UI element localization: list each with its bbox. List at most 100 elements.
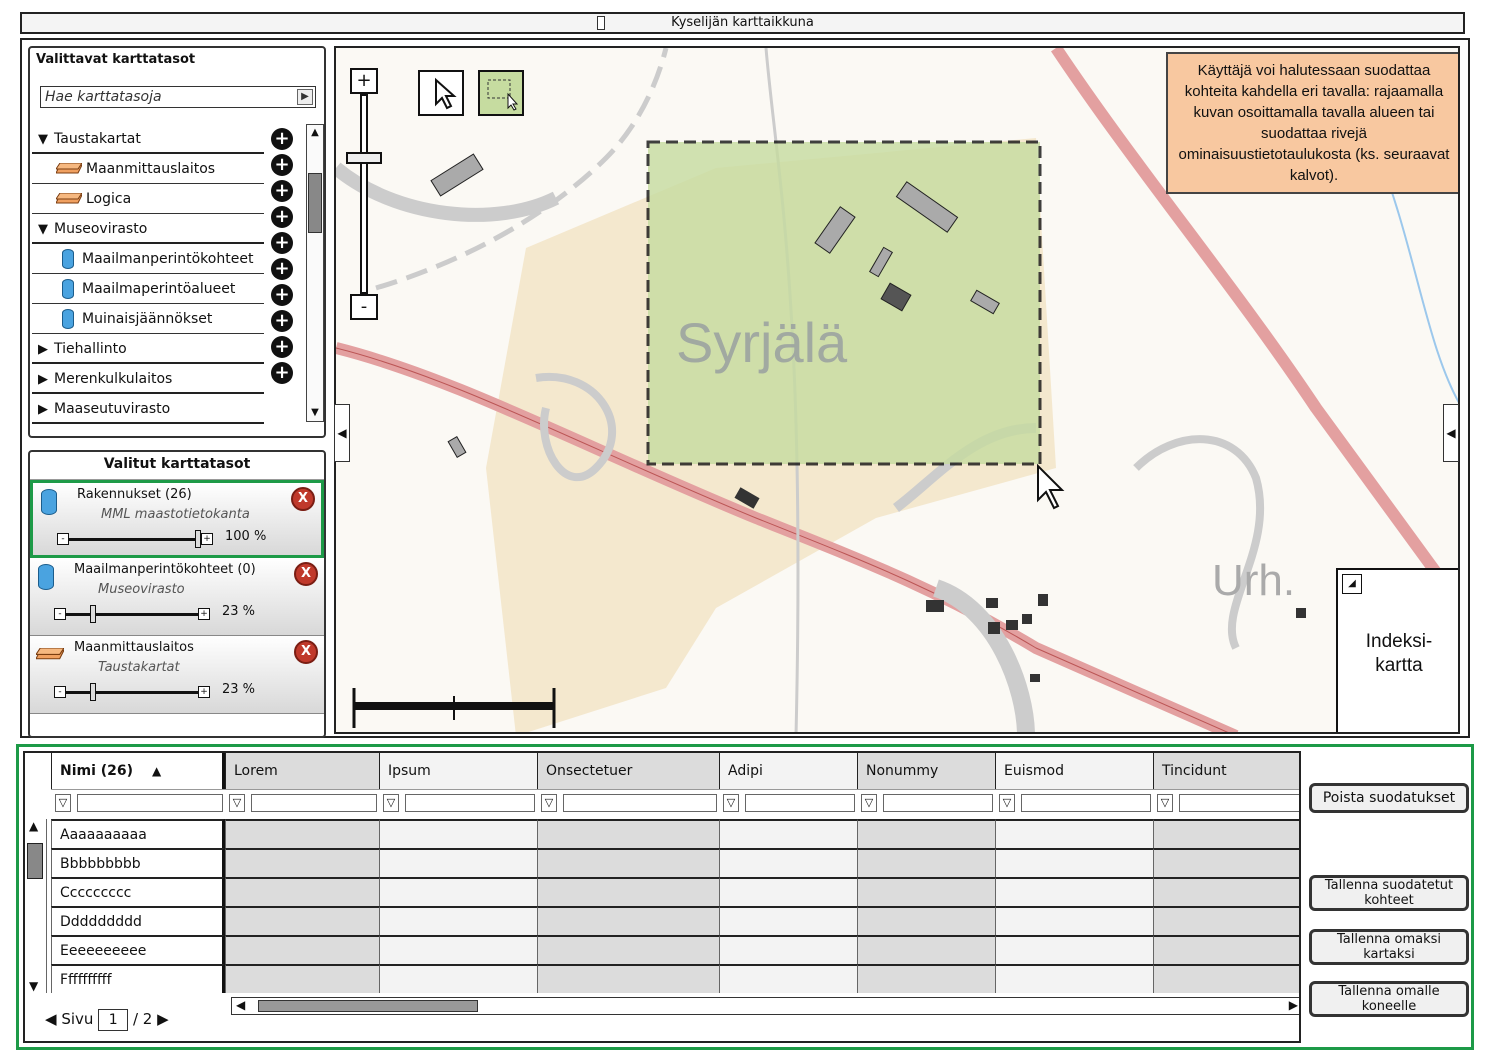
filter-funnel-icon[interactable]: ▽ [999, 794, 1015, 812]
table-cell[interactable] [995, 906, 1153, 935]
table-cell[interactable] [995, 964, 1153, 993]
filter-input[interactable] [1021, 794, 1151, 812]
add-layer-plus-icon[interactable]: + [271, 180, 293, 202]
table-cell[interactable] [1153, 877, 1299, 906]
increase-icon[interactable]: + [198, 686, 210, 698]
table-cell[interactable] [719, 848, 857, 877]
layer-tree-scrollbar[interactable]: ▲ ▼ [306, 124, 324, 422]
opacity-slider[interactable]: - + [54, 683, 210, 701]
filter-input[interactable] [563, 794, 717, 812]
table-cell[interactable] [225, 819, 379, 848]
table-cell[interactable] [719, 935, 857, 964]
table-cell[interactable] [857, 819, 995, 848]
table-cell[interactable] [1153, 935, 1299, 964]
table-cell[interactable] [857, 964, 995, 993]
zoom-out-button[interactable]: - [350, 294, 378, 320]
table-cell[interactable] [537, 877, 719, 906]
filter-funnel-icon[interactable]: ▽ [723, 794, 739, 812]
decrease-icon[interactable]: - [57, 533, 69, 545]
column-filter[interactable]: ▽ [857, 789, 995, 815]
collapsed-triangle-icon[interactable]: ▶ [32, 395, 54, 425]
table-row-name[interactable]: Ffffffffff [51, 964, 225, 993]
next-page-icon[interactable]: ▶ [157, 1010, 169, 1028]
drag-grip[interactable] [597, 16, 605, 30]
collapsed-triangle-icon[interactable]: ▶ [32, 365, 54, 395]
expanded-triangle-icon[interactable]: ▼ [32, 125, 54, 155]
table-cell[interactable] [719, 906, 857, 935]
add-layer-plus-icon[interactable]: + [271, 284, 293, 306]
table-cell[interactable] [857, 935, 995, 964]
opacity-slider[interactable]: - + [57, 530, 213, 548]
scroll-left-icon[interactable]: ◀ [236, 998, 245, 1012]
scroll-thumb[interactable] [308, 173, 322, 233]
table-cell[interactable] [995, 935, 1153, 964]
table-row-name[interactable]: Aaaaaaaaaa [51, 819, 225, 848]
search-go-icon[interactable]: ▶ [297, 89, 313, 105]
expanded-triangle-icon[interactable]: ▼ [32, 215, 54, 245]
selected-layer-item[interactable]: Maanmittauslaitos Taustakartat X - +23 % [30, 636, 324, 714]
collapse-left-tab[interactable]: ◀ [334, 404, 350, 462]
table-cell[interactable] [379, 964, 537, 993]
table-cell[interactable] [225, 877, 379, 906]
column-header[interactable]: Adipi [719, 753, 857, 789]
table-cell[interactable] [537, 848, 719, 877]
table-cell[interactable] [225, 848, 379, 877]
table-cell[interactable] [719, 964, 857, 993]
opacity-slider[interactable]: - + [54, 605, 210, 623]
sort-ascending-icon[interactable]: ▲ [152, 764, 161, 778]
add-layer-plus-icon[interactable]: + [271, 336, 293, 358]
filter-funnel-icon[interactable]: ▽ [383, 794, 399, 812]
increase-icon[interactable]: + [198, 608, 210, 620]
area-select-tool-button[interactable] [478, 70, 524, 116]
add-layer-plus-icon[interactable]: + [271, 232, 293, 254]
opacity-knob[interactable] [90, 683, 96, 701]
table-cell[interactable] [225, 906, 379, 935]
table-cell[interactable] [537, 819, 719, 848]
table-cell[interactable] [379, 819, 537, 848]
filter-input[interactable] [251, 794, 377, 812]
page-input[interactable]: 1 [98, 1009, 129, 1031]
layer-search-input[interactable]: Hae karttatasoja ▶ [40, 86, 316, 108]
layer-tree-item[interactable]: Logica [32, 184, 264, 214]
table-row-name[interactable]: Ddddddddd [51, 906, 225, 935]
column-scroll-thumb[interactable] [258, 1000, 478, 1012]
table-cell[interactable] [225, 964, 379, 993]
filter-input[interactable] [1179, 794, 1299, 812]
filter-input[interactable] [883, 794, 993, 812]
save-filtered-button[interactable]: Tallenna suodatetut kohteet [1309, 875, 1469, 911]
scroll-right-icon[interactable]: ▶ [1289, 998, 1298, 1012]
filter-input[interactable] [405, 794, 535, 812]
add-layer-plus-icon[interactable]: + [271, 206, 293, 228]
layer-tree-item[interactable]: ▶ Merenkulkulaitos [32, 364, 264, 394]
remove-layer-icon[interactable]: X [294, 562, 318, 586]
table-row-name[interactable]: Eeeeeeeeee [51, 935, 225, 964]
expand-icon[interactable]: ◢ [1342, 574, 1362, 594]
row-scroll-thumb[interactable] [27, 843, 43, 879]
table-cell[interactable] [719, 877, 857, 906]
save-as-map-button[interactable]: Tallenna omaksi kartaksi [1309, 929, 1469, 965]
table-cell[interactable] [857, 848, 995, 877]
table-cell[interactable] [995, 877, 1153, 906]
add-layer-plus-icon[interactable]: + [271, 258, 293, 280]
column-filter[interactable]: ▽ [51, 789, 225, 815]
filter-input[interactable] [745, 794, 855, 812]
column-header[interactable]: Lorem [225, 753, 379, 789]
filter-funnel-icon[interactable]: ▽ [861, 794, 877, 812]
filter-input[interactable] [77, 794, 223, 812]
add-layer-plus-icon[interactable]: + [271, 154, 293, 176]
column-header-name[interactable]: Nimi (26) ▲ [51, 753, 225, 789]
pointer-tool-button[interactable] [418, 70, 464, 116]
zoom-control[interactable]: + - [346, 68, 382, 322]
map-view[interactable]: Syrjälä Urh. + - Käyttäjä voi halutessaa… [334, 46, 1460, 734]
table-cell[interactable] [1153, 848, 1299, 877]
table-cell[interactable] [379, 906, 537, 935]
zoom-slider[interactable] [360, 94, 368, 294]
column-filter[interactable]: ▽ [379, 789, 537, 815]
table-cell[interactable] [537, 935, 719, 964]
selected-layer-item[interactable]: Maailmanperintökohteet (0) Museovirasto X -… [30, 558, 324, 636]
clear-filters-button[interactable]: Poista suodatukset [1309, 783, 1469, 813]
remove-layer-icon[interactable]: X [291, 487, 315, 511]
table-cell[interactable] [379, 877, 537, 906]
column-filter[interactable]: ▽ [719, 789, 857, 815]
increase-icon[interactable]: + [201, 533, 213, 545]
